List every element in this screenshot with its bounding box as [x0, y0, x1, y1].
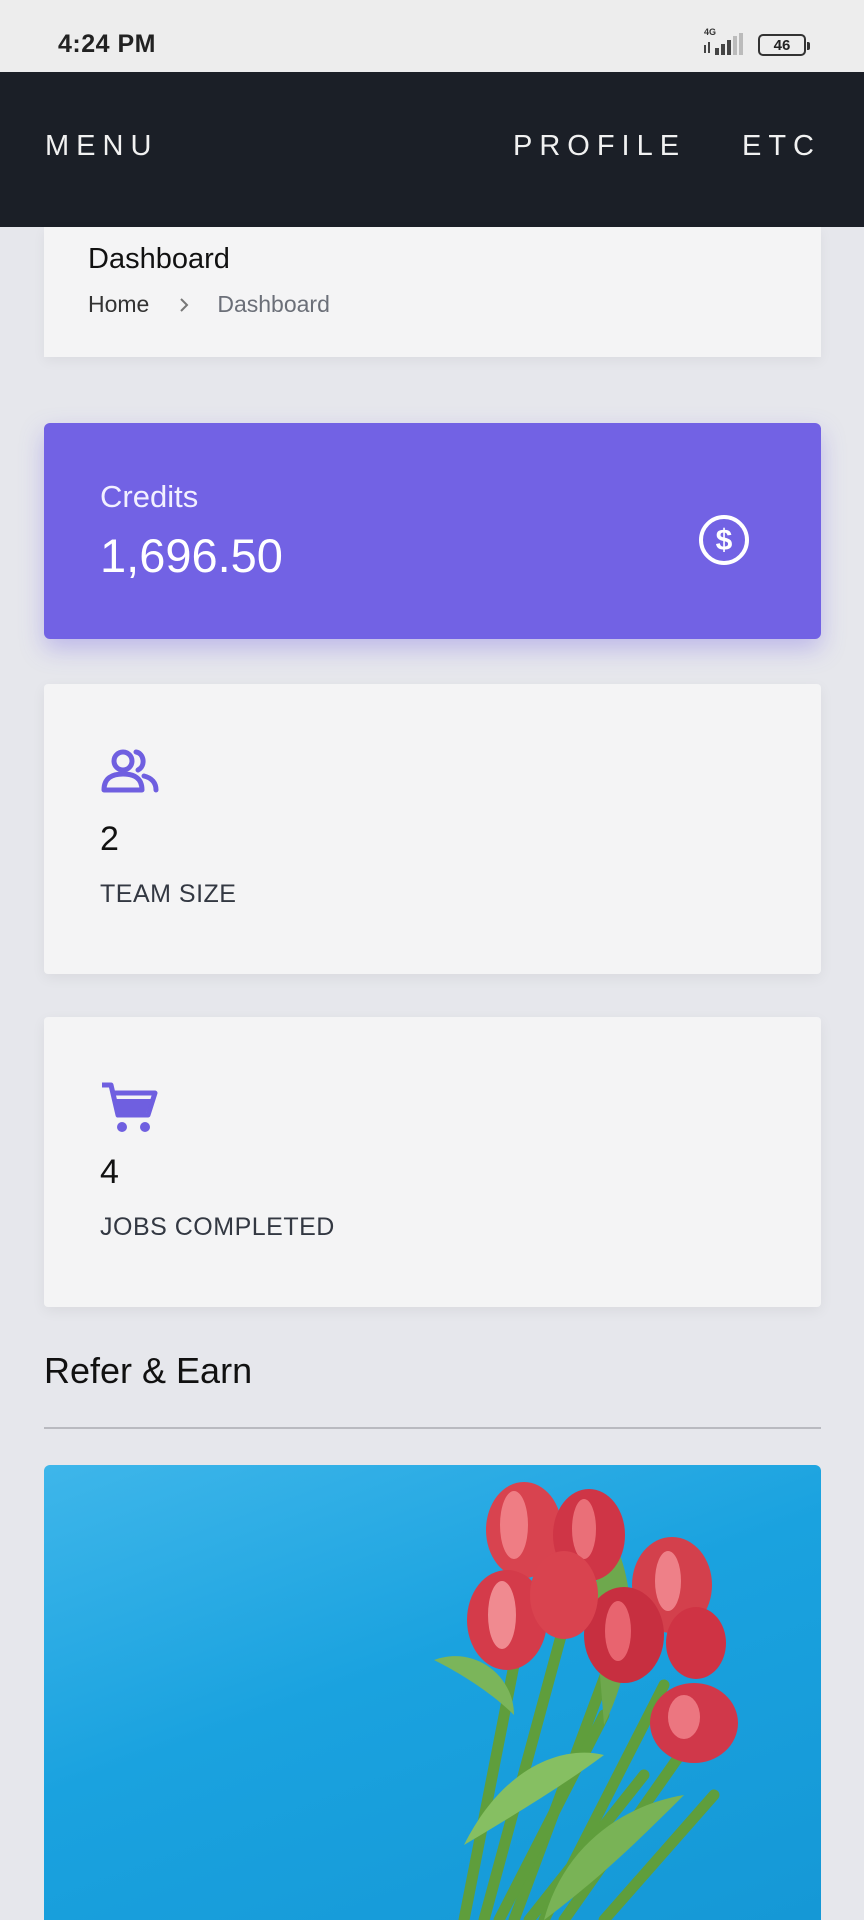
dollar-circle-icon: $ — [697, 513, 751, 567]
svg-text:$: $ — [716, 524, 733, 557]
battery-icon: 46 — [758, 34, 810, 56]
battery-level: 46 — [773, 36, 791, 54]
page-header-card: Dashboard Home Dashboard — [44, 227, 821, 357]
jobs-completed-card[interactable]: 4 JOBS COMPLETED — [44, 1017, 821, 1307]
refer-earn-title: Refer & Earn — [44, 1350, 253, 1391]
top-navbar: MENU PROFILE ETC — [0, 72, 864, 227]
status-icons: 4G 46 — [702, 27, 810, 60]
page-title: Dashboard — [88, 243, 230, 275]
network-type: 4G — [704, 27, 717, 37]
breadcrumb-home-link[interactable]: Home — [88, 291, 149, 318]
team-size-card[interactable]: 2 TEAM SIZE — [44, 684, 821, 974]
signal-icon: 4G — [702, 27, 748, 59]
credits-label: Credits — [100, 479, 199, 514]
status-time: 4:24 PM — [58, 30, 156, 58]
breadcrumb: Home Dashboard — [88, 291, 330, 318]
team-size-label: TEAM SIZE — [100, 880, 237, 908]
nav-etc-link[interactable]: ETC — [742, 130, 821, 163]
jobs-completed-label: JOBS COMPLETED — [100, 1213, 335, 1241]
nav-menu-link[interactable]: MENU — [45, 130, 158, 163]
team-size-value: 2 — [100, 820, 119, 858]
nav-profile-link[interactable]: PROFILE — [513, 130, 686, 163]
credits-value: 1,696.50 — [100, 529, 283, 582]
cart-icon — [100, 1079, 160, 1139]
chevron-right-icon — [173, 294, 195, 316]
credits-card[interactable]: Credits 1,696.50 $ — [44, 423, 821, 639]
section-divider — [44, 1427, 821, 1429]
breadcrumb-current: Dashboard — [217, 291, 330, 317]
jobs-completed-value: 4 — [100, 1153, 119, 1191]
tulip-bouquet-image[interactable] — [44, 1465, 821, 1920]
team-icon — [100, 746, 160, 806]
status-bar: 4:24 PM 4G 46 — [0, 0, 864, 72]
